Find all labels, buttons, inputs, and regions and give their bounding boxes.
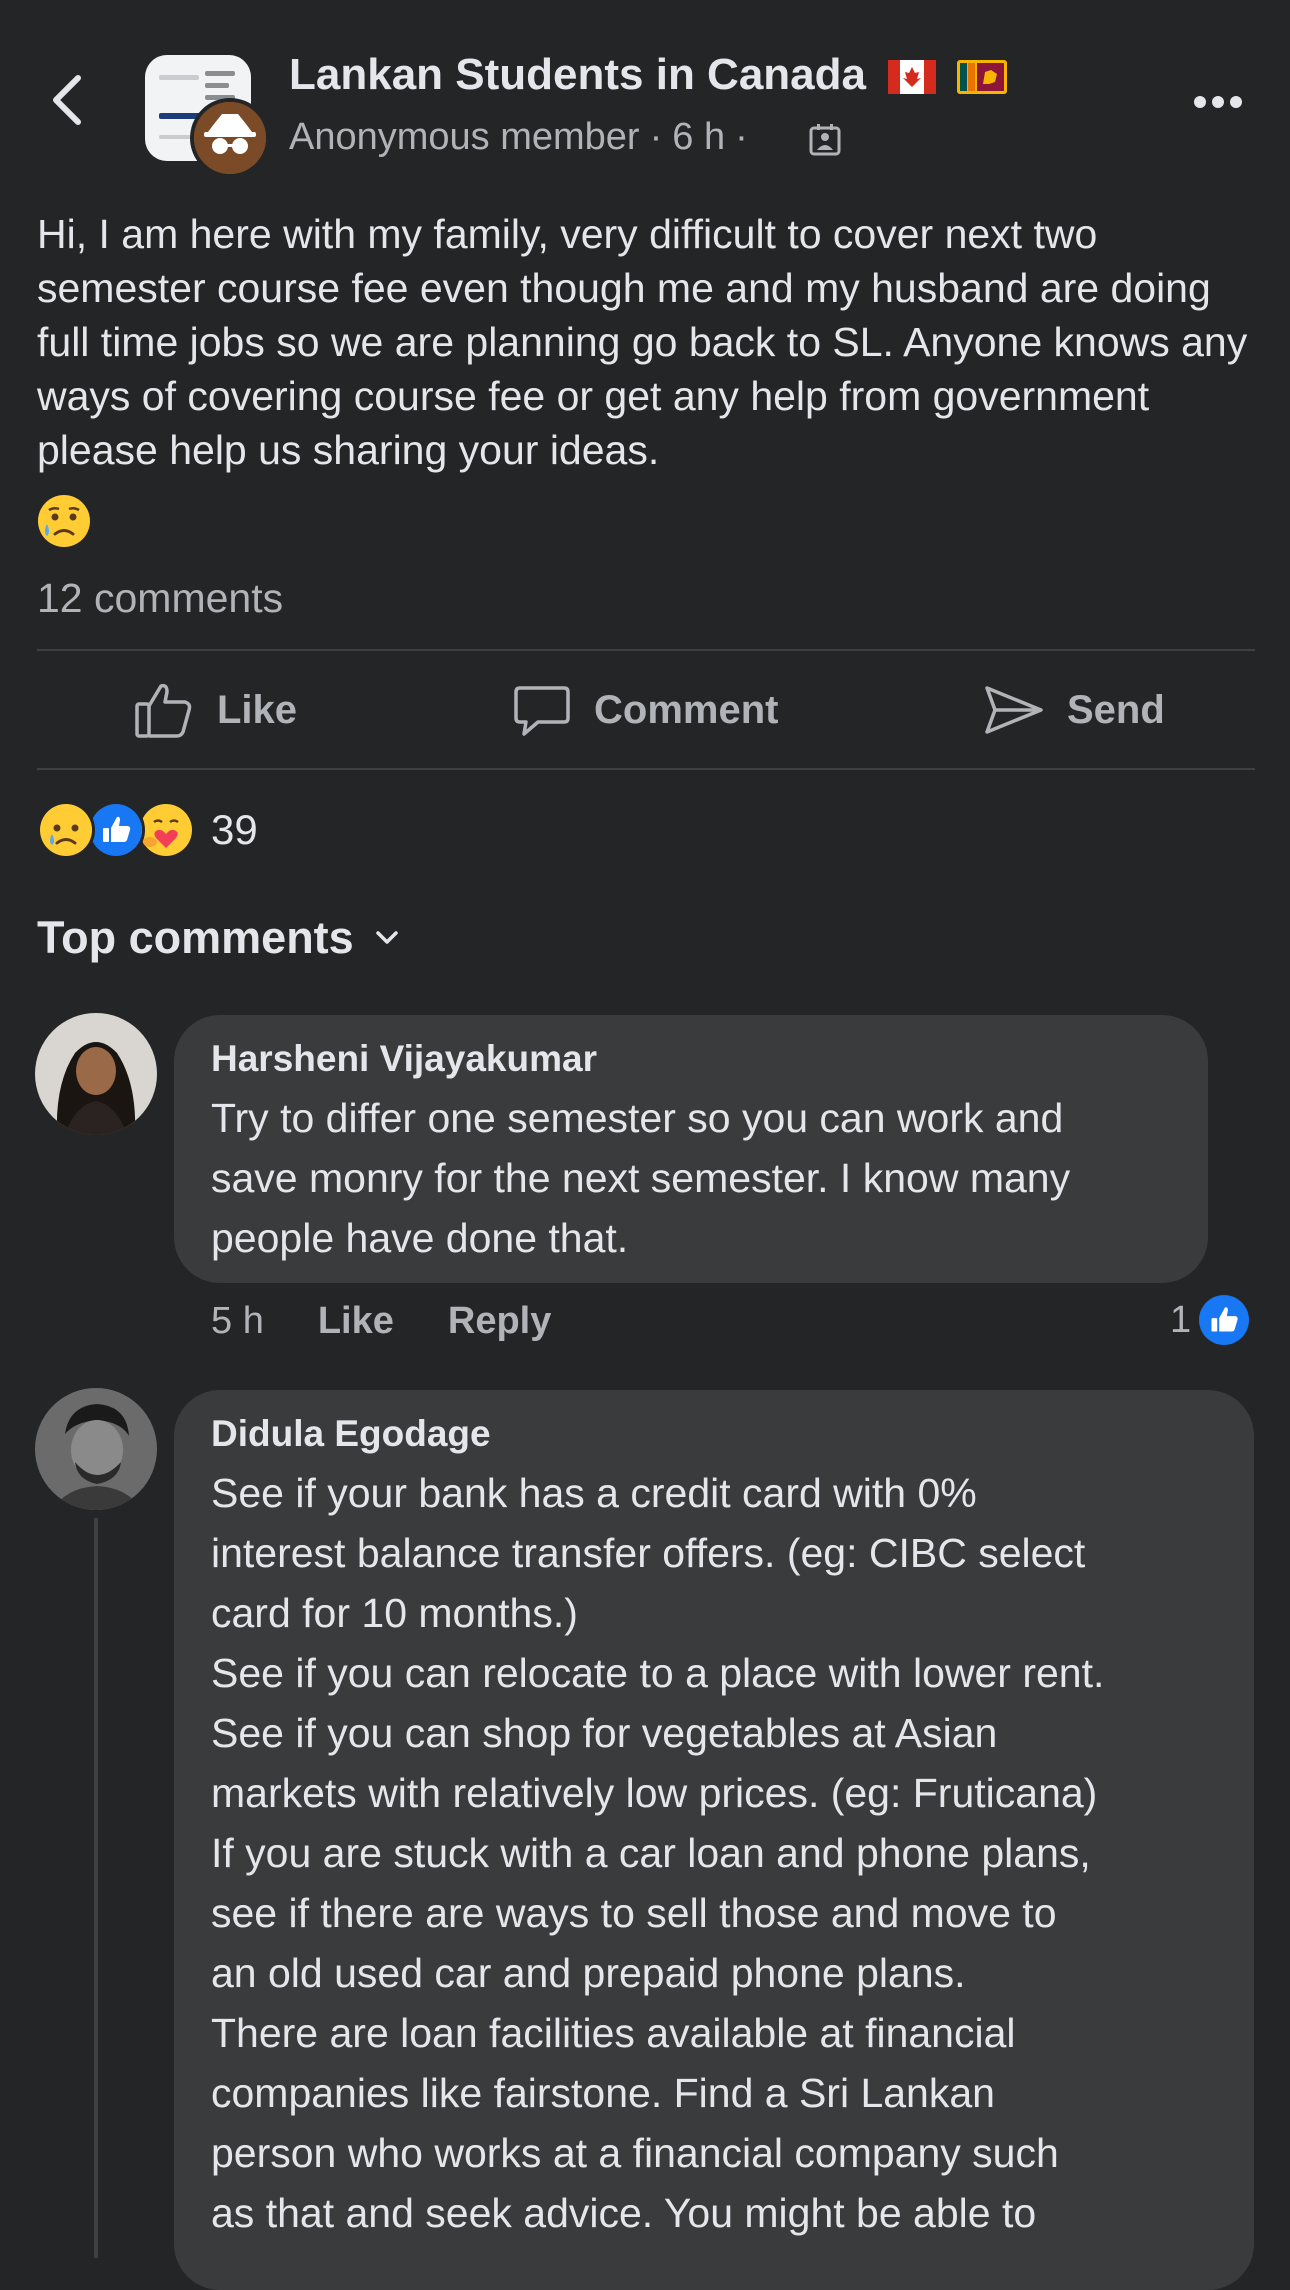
- back-chevron-icon[interactable]: [44, 70, 94, 130]
- comment-text: Try to differ one semester so you can wo…: [211, 1095, 1071, 1261]
- comment-text: See if your bank has a credit card with …: [211, 1470, 1105, 2236]
- comment-bubble[interactable]: Didula Egodage See if your bank has a cr…: [174, 1390, 1254, 2290]
- comment-meta: 5 h Like Reply: [211, 1298, 551, 1344]
- comment-like-button[interactable]: Like: [318, 1300, 394, 1343]
- send-arrow-icon: [985, 686, 1043, 734]
- comment-like-count[interactable]: 1: [1170, 1294, 1250, 1346]
- canada-flag-icon: [888, 60, 936, 94]
- anonymous-avatar-icon: [190, 98, 270, 178]
- post-time[interactable]: 6 h: [672, 116, 725, 158]
- comment-reply-button[interactable]: Reply: [448, 1300, 551, 1343]
- comment-count[interactable]: 12 comments: [37, 575, 283, 622]
- send-button[interactable]: Send: [983, 670, 1165, 750]
- top-comments-dropdown[interactable]: Top comments: [37, 912, 402, 964]
- like-reaction-icon: [87, 801, 145, 859]
- commenter-avatar[interactable]: [35, 1388, 157, 1510]
- divider: [37, 768, 1255, 770]
- reply-thread-line: [94, 1518, 98, 2258]
- group-members-privacy-icon: [808, 122, 842, 158]
- reactions-summary[interactable]: 39: [37, 800, 258, 860]
- comment-bubble[interactable]: Harsheni Vijayakumar Try to differ one s…: [174, 1015, 1208, 1283]
- care-reaction-icon: [137, 801, 195, 859]
- comment-label: Comment: [594, 687, 779, 732]
- more-options-icon[interactable]: [1192, 94, 1244, 110]
- chevron-down-icon: [375, 931, 398, 944]
- divider: [37, 649, 1255, 651]
- comment-like-count-value: 1: [1170, 1298, 1192, 1341]
- comment-button[interactable]: Comment: [512, 670, 778, 750]
- sad-relieved-face-icon: [37, 494, 91, 548]
- post-meta: Anonymous member · 6 h ·: [289, 116, 748, 158]
- commenter-avatar[interactable]: [35, 1013, 157, 1135]
- post-text: Hi, I am here with my family, very diffi…: [37, 211, 1248, 473]
- sad-reaction-icon: [37, 801, 95, 859]
- commenter-name[interactable]: Didula Egodage: [211, 1413, 491, 1455]
- sri-lanka-flag-icon: [957, 60, 1007, 94]
- speech-bubble-icon: [514, 686, 570, 736]
- send-label: Send: [1067, 687, 1165, 732]
- like-label: Like: [217, 687, 298, 732]
- reaction-count: 39: [211, 806, 258, 853]
- group-name[interactable]: Lankan Students in Canada: [289, 50, 866, 100]
- post-author[interactable]: Anonymous member: [289, 116, 640, 158]
- like-button[interactable]: Like: [133, 670, 297, 750]
- top-comments-label: Top comments: [37, 912, 354, 963]
- thumbs-up-icon: [135, 683, 192, 738]
- commenter-name[interactable]: Harsheni Vijayakumar: [211, 1038, 597, 1080]
- like-reaction-icon: [1199, 1295, 1250, 1345]
- comment-time: 5 h: [211, 1299, 264, 1342]
